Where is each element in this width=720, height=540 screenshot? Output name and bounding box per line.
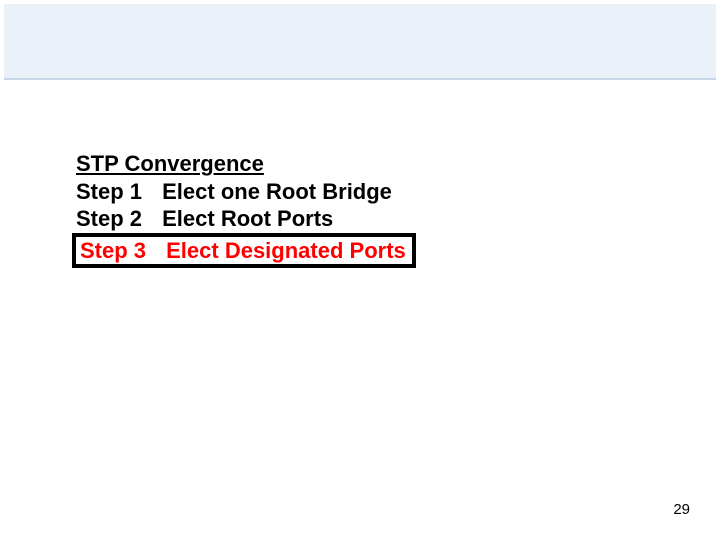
step-1-desc: Elect one Root Bridge [162, 179, 392, 204]
step-row-1: Step 1 Elect one Root Bridge [76, 178, 656, 206]
step-row-2: Step 2 Elect Root Ports [76, 205, 656, 233]
content-block: STP Convergence Step 1 Elect one Root Br… [76, 150, 656, 268]
step-row-3: Step 3 Elect Designated Ports [80, 237, 406, 265]
step-3-label: Step 3 [80, 237, 160, 265]
page-number: 29 [673, 501, 690, 518]
step-3-highlight-box: Step 3 Elect Designated Ports [72, 233, 416, 269]
step-3-desc: Elect Designated Ports [166, 238, 406, 263]
slide: STP Convergence Step 1 Elect one Root Br… [0, 0, 720, 540]
step-2-desc: Elect Root Ports [162, 206, 333, 231]
header-band [4, 4, 716, 80]
step-2-label: Step 2 [76, 205, 156, 233]
slide-title: STP Convergence [76, 150, 656, 178]
step-1-label: Step 1 [76, 178, 156, 206]
